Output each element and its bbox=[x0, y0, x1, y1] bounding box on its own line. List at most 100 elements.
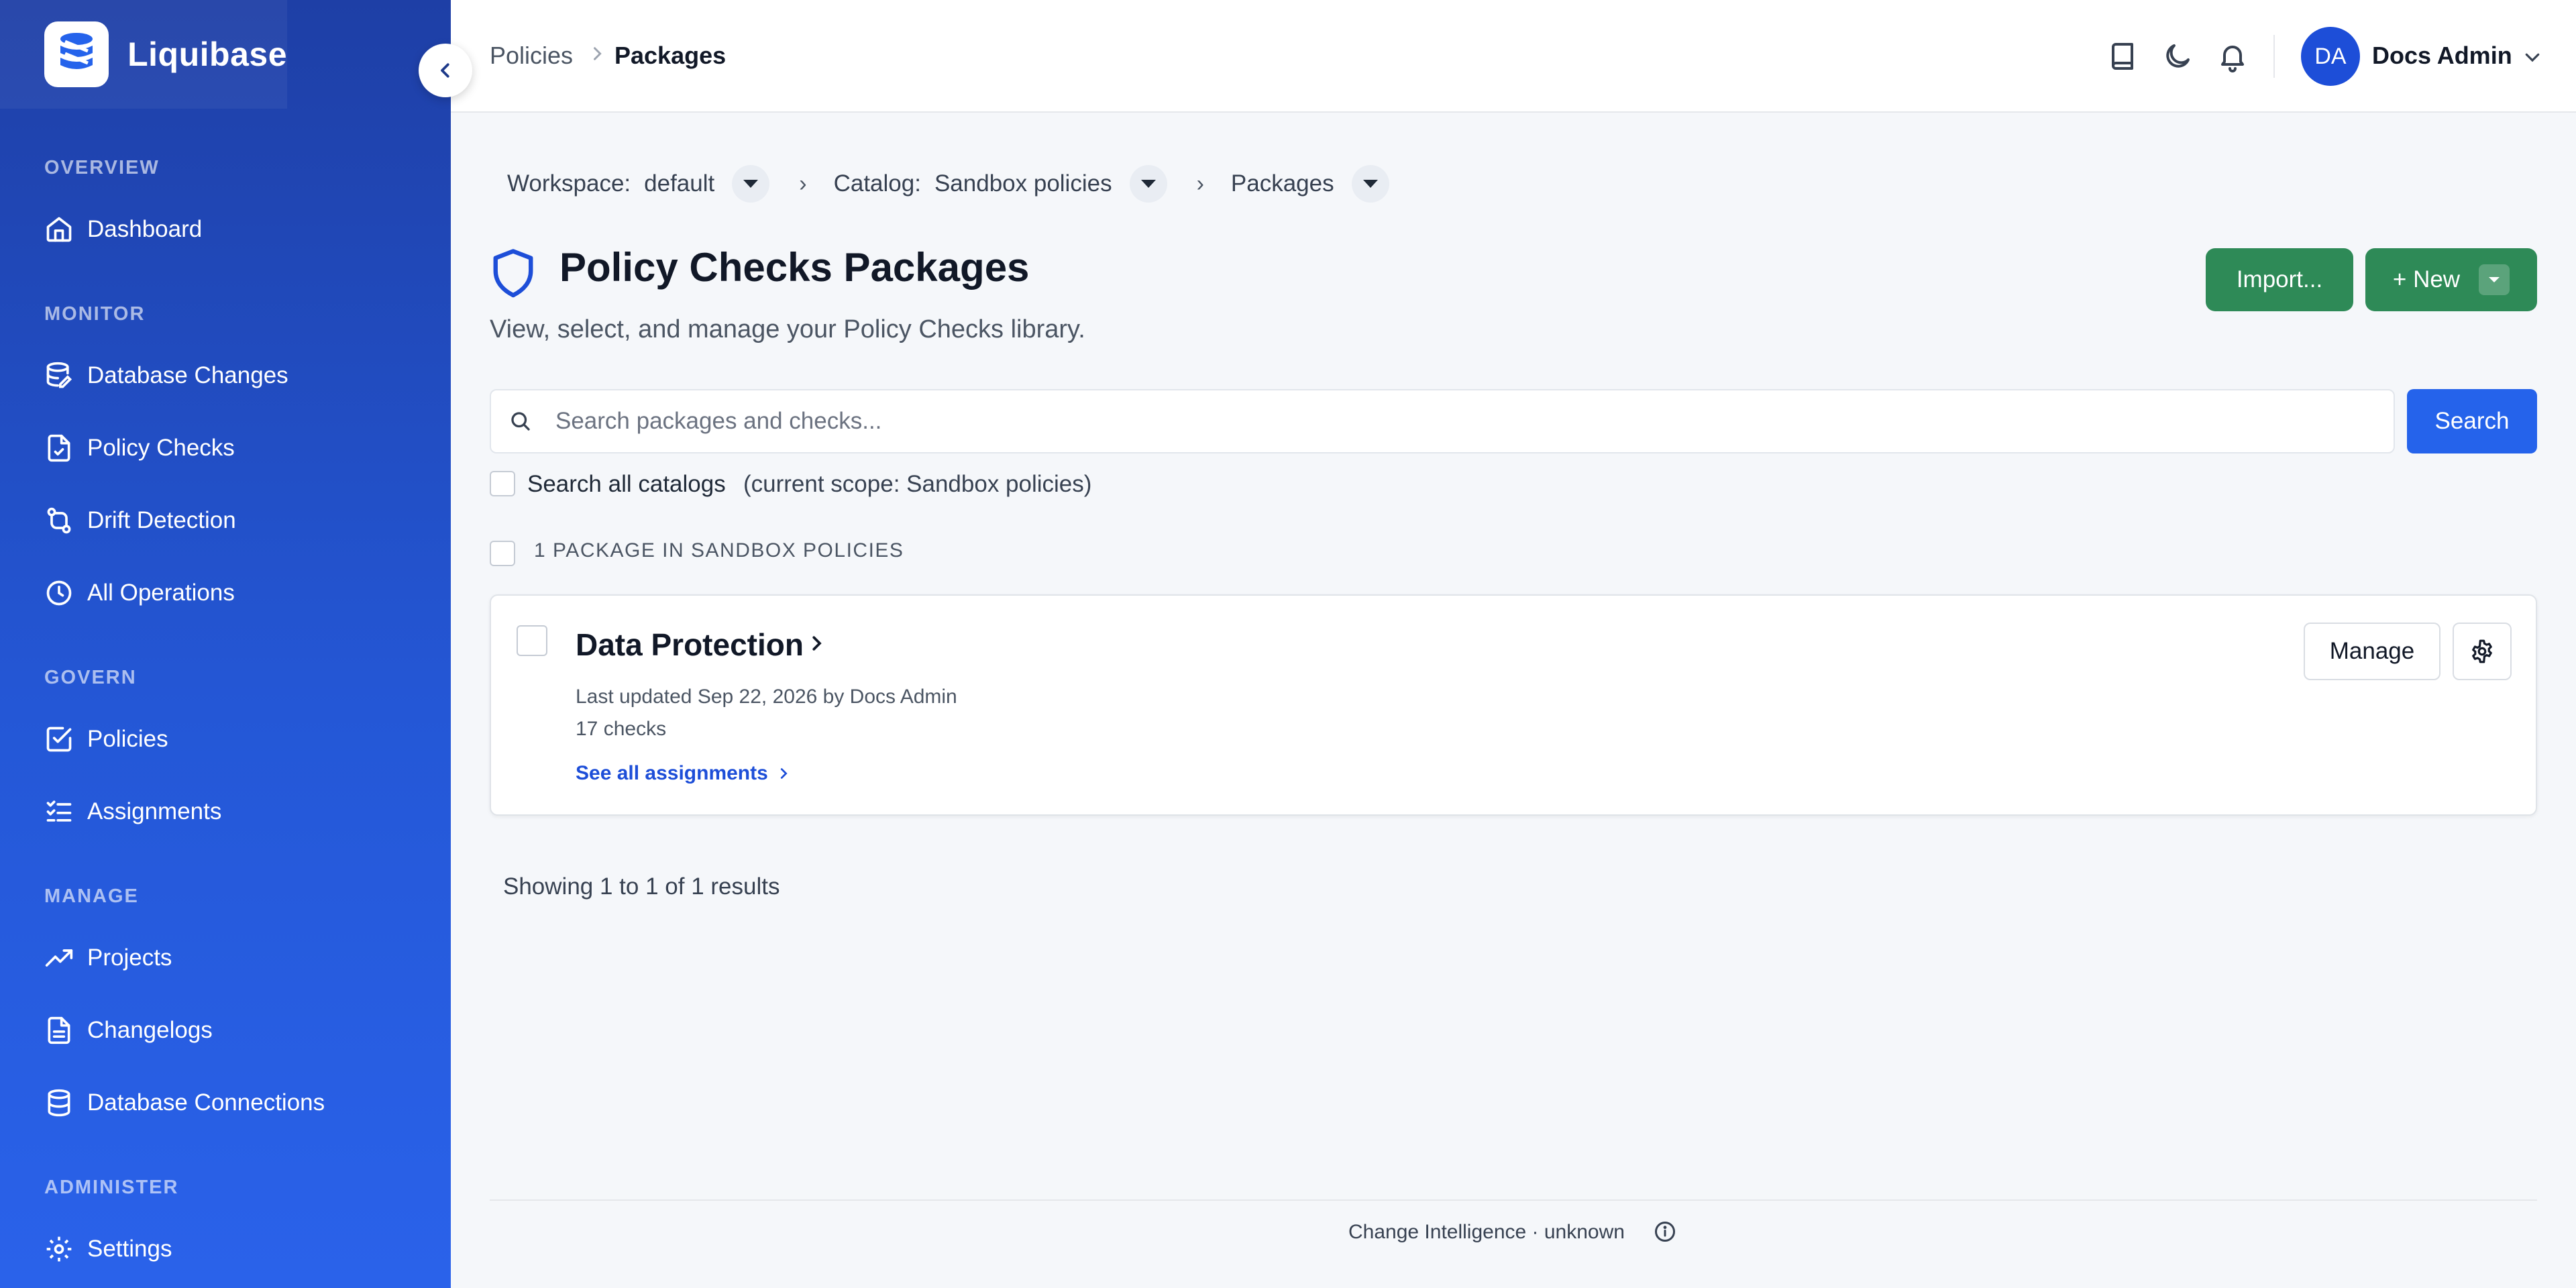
nav-section-govern: GOVERN bbox=[44, 667, 137, 688]
sidebar-item-policies[interactable]: Policies bbox=[44, 718, 168, 761]
gear-icon bbox=[2469, 639, 2495, 664]
sidebar-item-database-connections[interactable]: Database Connections bbox=[44, 1081, 325, 1124]
shield-icon bbox=[490, 247, 537, 301]
search-icon bbox=[508, 409, 533, 433]
caret-down-icon bbox=[1362, 180, 1378, 188]
sidebar-item-settings[interactable]: Settings bbox=[44, 1228, 172, 1271]
page-title: Policy Checks Packages bbox=[559, 245, 1030, 290]
current-scope-note: (current scope: Sandbox policies) bbox=[743, 471, 1092, 497]
trending-up-icon bbox=[44, 943, 74, 973]
breadcrumb-packages: Packages bbox=[614, 42, 727, 69]
package-check-count: 17 checks bbox=[576, 718, 667, 740]
sidebar-item-label: Changelogs bbox=[87, 1017, 213, 1043]
footer-divider bbox=[490, 1199, 2537, 1201]
sidebar-item-label: Database Connections bbox=[87, 1089, 325, 1116]
gear-icon bbox=[44, 1234, 74, 1264]
package-count-label: 1 PACKAGE IN SANDBOX POLICIES bbox=[534, 539, 904, 561]
moon-icon[interactable] bbox=[2161, 40, 2194, 72]
sidebar-item-label: Drift Detection bbox=[87, 507, 236, 533]
book-icon[interactable] bbox=[2106, 40, 2139, 72]
nav-section-administer: ADMINISTER bbox=[44, 1177, 179, 1198]
brand-name: Liquibase bbox=[127, 36, 287, 73]
catalog-dropdown-button[interactable] bbox=[1129, 165, 1167, 203]
see-all-assignments-link[interactable]: See all assignments bbox=[576, 762, 791, 785]
search-input[interactable] bbox=[555, 408, 2300, 435]
database-edit-icon bbox=[44, 361, 74, 390]
select-all-checkbox[interactable] bbox=[490, 541, 515, 566]
document-icon bbox=[44, 1016, 74, 1045]
main-content: Workspace: default › Catalog: Sandbox po… bbox=[451, 113, 2576, 1288]
package-settings-button[interactable] bbox=[2453, 623, 2512, 680]
caret-down-icon bbox=[743, 180, 759, 188]
square-check-icon bbox=[44, 724, 74, 754]
info-icon[interactable] bbox=[1653, 1220, 1677, 1244]
chevron-down-icon[interactable] bbox=[2522, 47, 2542, 67]
sidebar-item-drift-detection[interactable]: Drift Detection bbox=[44, 499, 236, 542]
search-all-catalogs-label[interactable]: Search all catalogs bbox=[527, 471, 726, 498]
page-subtitle: View, select, and manage your Policy Che… bbox=[490, 315, 1085, 343]
packages-scope-label[interactable]: Packages bbox=[1231, 170, 1334, 197]
caret-down-icon bbox=[1140, 180, 1156, 188]
database-icon bbox=[44, 1088, 74, 1118]
sidebar-item-label: Policies bbox=[87, 726, 168, 752]
package-select-checkbox[interactable] bbox=[517, 625, 547, 656]
sidebar-item-changelogs[interactable]: Changelogs bbox=[44, 1009, 213, 1052]
footer-text: Change Intelligence · unknown bbox=[1348, 1221, 1625, 1243]
git-compare-icon bbox=[44, 506, 74, 535]
avatar[interactable]: DA bbox=[2301, 27, 2360, 86]
sidebar-item-projects[interactable]: Projects bbox=[44, 936, 172, 979]
new-button-label: + New bbox=[2392, 266, 2461, 292]
sidebar-item-label: Settings bbox=[87, 1236, 172, 1262]
sidebar: Liquibase OVERVIEW Dashboard MONITOR Dat… bbox=[0, 0, 451, 1288]
nav-section-monitor: MONITOR bbox=[44, 303, 146, 325]
search-field[interactable] bbox=[490, 389, 2395, 453]
sidebar-item-label: Policy Checks bbox=[87, 435, 235, 461]
sidebar-item-database-changes[interactable]: Database Changes bbox=[44, 354, 288, 397]
list-checks-icon bbox=[44, 797, 74, 826]
scope-separator: › bbox=[1196, 170, 1204, 197]
package-last-updated: Last updated Sep 22, 2026 by Docs Admin bbox=[576, 686, 957, 708]
nav-section-overview: OVERVIEW bbox=[44, 157, 160, 178]
packages-dropdown-button[interactable] bbox=[1351, 165, 1389, 203]
sidebar-item-assignments[interactable]: Assignments bbox=[44, 790, 221, 833]
top-bar: Policies Packages DA Docs Admin bbox=[451, 0, 2576, 113]
caret-down-icon bbox=[2489, 277, 2500, 282]
chevron-left-icon bbox=[435, 60, 455, 80]
home-icon bbox=[44, 215, 74, 244]
file-check-icon bbox=[44, 433, 74, 463]
package-name[interactable]: Data Protection bbox=[576, 627, 804, 663]
breadcrumb-policies[interactable]: Policies bbox=[490, 42, 573, 70]
catalog-label: Catalog: bbox=[833, 170, 921, 197]
sidebar-item-label: Dashboard bbox=[87, 216, 203, 242]
sidebar-item-all-operations[interactable]: All Operations bbox=[44, 572, 235, 614]
workspace-value[interactable]: default bbox=[644, 170, 714, 197]
header-divider bbox=[2273, 35, 2275, 78]
sidebar-item-dashboard[interactable]: Dashboard bbox=[44, 208, 202, 251]
sidebar-item-policy-checks[interactable]: Policy Checks bbox=[44, 427, 235, 470]
nav-section-manage: MANAGE bbox=[44, 885, 139, 907]
see-all-assignments-label: See all assignments bbox=[576, 762, 768, 784]
sidebar-item-label: All Operations bbox=[87, 580, 235, 606]
sidebar-item-label: Assignments bbox=[87, 798, 222, 824]
package-card: Data Protection Last updated Sep 22, 202… bbox=[490, 594, 2537, 816]
search-button[interactable]: Search bbox=[2407, 389, 2537, 453]
workspace-dropdown-button[interactable] bbox=[732, 165, 770, 203]
bell-icon[interactable] bbox=[2216, 40, 2249, 72]
search-all-catalogs-checkbox[interactable] bbox=[490, 471, 515, 496]
import-button[interactable]: Import... bbox=[2206, 248, 2353, 311]
sidebar-item-label: Database Changes bbox=[87, 362, 288, 388]
results-summary: Showing 1 to 1 of 1 results bbox=[503, 873, 780, 900]
scope-separator: › bbox=[799, 170, 807, 197]
scope-selector-bar: Workspace: default › Catalog: Sandbox po… bbox=[507, 164, 1389, 204]
collapse-sidebar-button[interactable] bbox=[419, 44, 472, 97]
chevron-right-icon[interactable] bbox=[806, 633, 826, 653]
new-button[interactable]: + New bbox=[2365, 248, 2537, 311]
brand[interactable]: Liquibase bbox=[0, 0, 287, 109]
chevron-right-icon bbox=[588, 44, 606, 63]
catalog-value[interactable]: Sandbox policies bbox=[934, 170, 1112, 197]
sidebar-item-label: Projects bbox=[87, 945, 172, 971]
user-name[interactable]: Docs Admin bbox=[2372, 42, 2512, 70]
manage-button[interactable]: Manage bbox=[2304, 623, 2440, 680]
new-dropdown-toggle[interactable] bbox=[2479, 264, 2510, 295]
workspace-label: Workspace: bbox=[507, 170, 631, 197]
